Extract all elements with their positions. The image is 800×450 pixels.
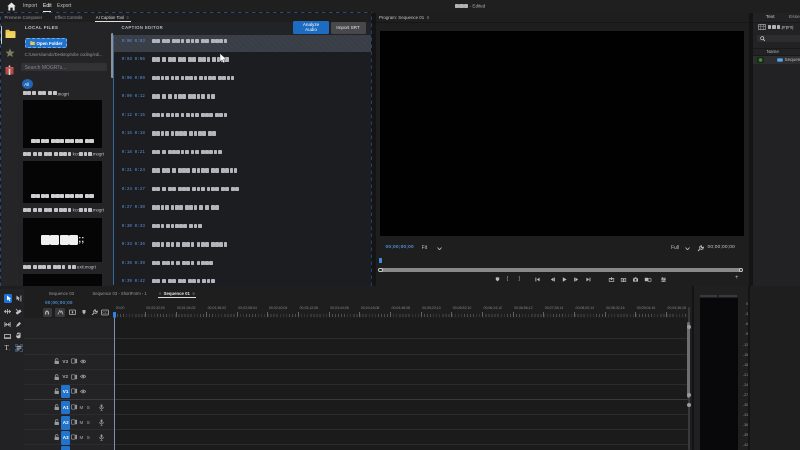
svg-text:CC: CC — [102, 311, 108, 315]
